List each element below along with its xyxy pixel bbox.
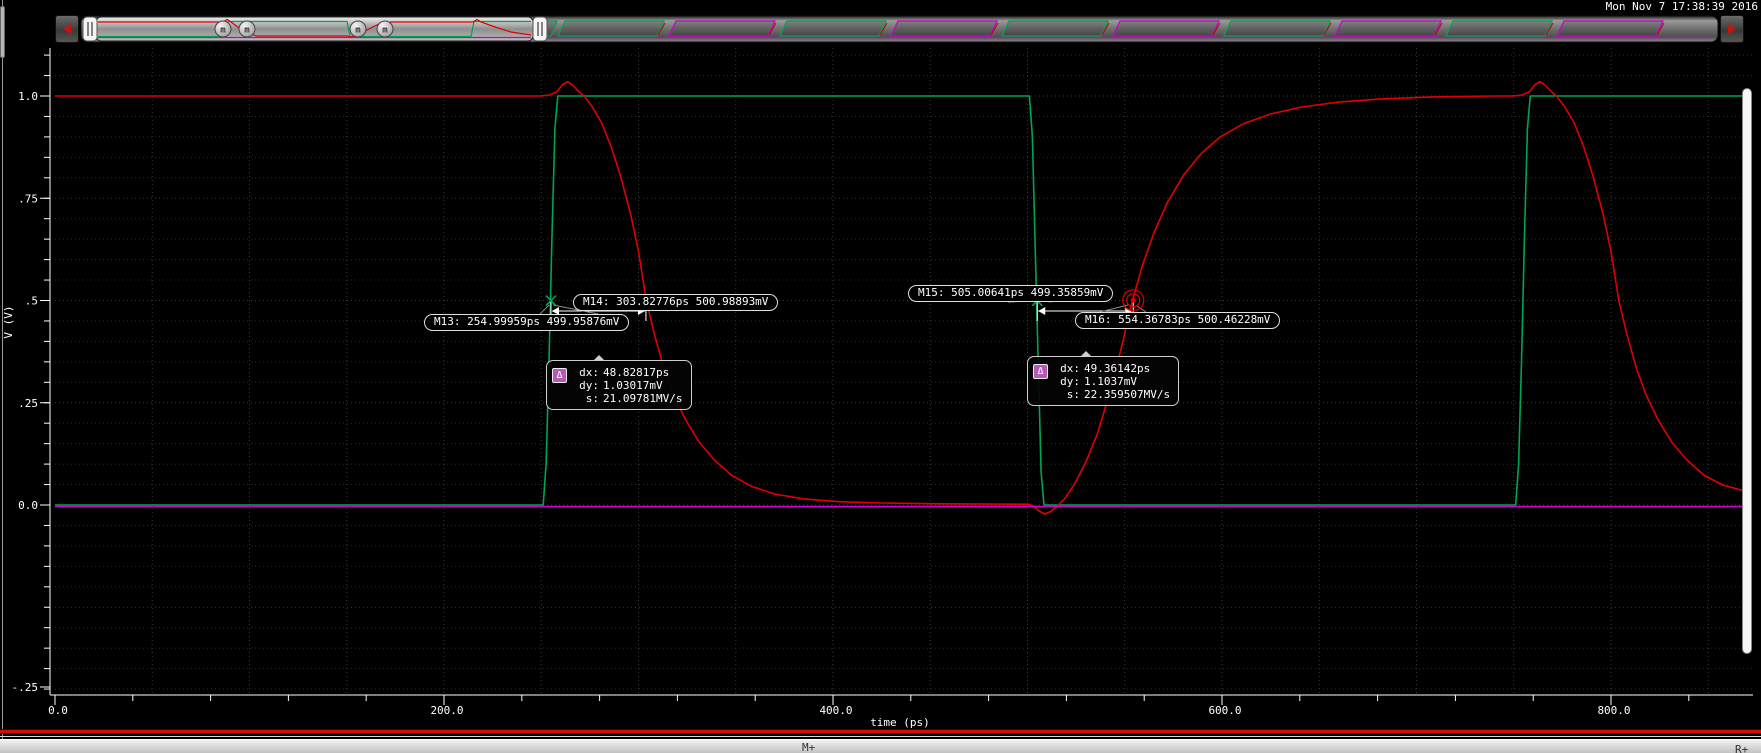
y-tick-label: .25 [18,397,38,410]
x-tick-label: 0.0 [48,704,68,717]
y-tick-label: .5 [25,295,38,308]
delta-dx-row: dx:48.82817ps [573,366,683,379]
right-scrollbar-thumb[interactable] [1742,88,1752,654]
delta-icon: Δ [1033,364,1048,379]
delta-box-notch [1080,351,1092,357]
delta-dy-row: dy:1.1037mV [1054,375,1170,388]
x-tick-label: 600.0 [1208,704,1241,717]
x-tick-label: 200.0 [430,704,463,717]
delta-slope-row: s:22.359507MV/s [1054,388,1170,401]
ruler-arrowhead-left [1038,307,1045,315]
y-axis-title: V (V) [2,305,15,338]
waveform-plot: 1.0 .75 .5 .25 0.0 -.25 0.0 200.0 400.0 600.0 800.… [0,0,1761,753]
x-tick-label: 800.0 [1597,704,1630,717]
delta-icon: Δ [552,368,567,383]
y-tick-label: 1.0 [18,90,38,103]
marker-callout-m14[interactable]: M14: 303.82776ps 500.98893mV [573,294,778,311]
bottom-separator [0,728,1761,738]
marker-callout-m15[interactable]: M15: 505.00641ps 499.35859mV [908,285,1113,302]
x-tick-label: 400.0 [819,704,852,717]
y-tick-label: 0.0 [18,499,38,512]
traces [55,82,1745,514]
grid [55,48,1753,694]
callout-leader-line [540,305,549,314]
trace-output-response [55,82,1745,514]
delta-dy-row: dy:1.03017mV [573,379,683,392]
marker-callout-m13[interactable]: M13: 254.99959ps 499.95876mV [424,314,629,331]
status-right-text: R+ [1735,743,1748,753]
delta-slope-row: s:21.09781MV/s [573,392,683,405]
y-tick-label: .75 [18,192,38,205]
status-left-text: M+ [802,741,815,753]
status-bar: M+ R+ [0,739,1761,753]
delta-dx-row: dx:49.36142ps [1054,362,1170,375]
y-tick-label: -.25 [12,681,39,694]
delta-box-m15-m16[interactable]: Δ dx:49.36142ps dy:1.1037mV s:22.359507M… [1027,356,1179,406]
delta-box-m13-m14[interactable]: Δ dx:48.82817ps dy:1.03017mV s:21.09781M… [546,360,692,410]
marker-M16-bullseye[interactable] [1131,298,1136,303]
delta-box-notch [593,355,605,361]
marker-callout-m16[interactable]: M16: 554.36783ps 500.46228mV [1075,312,1280,329]
